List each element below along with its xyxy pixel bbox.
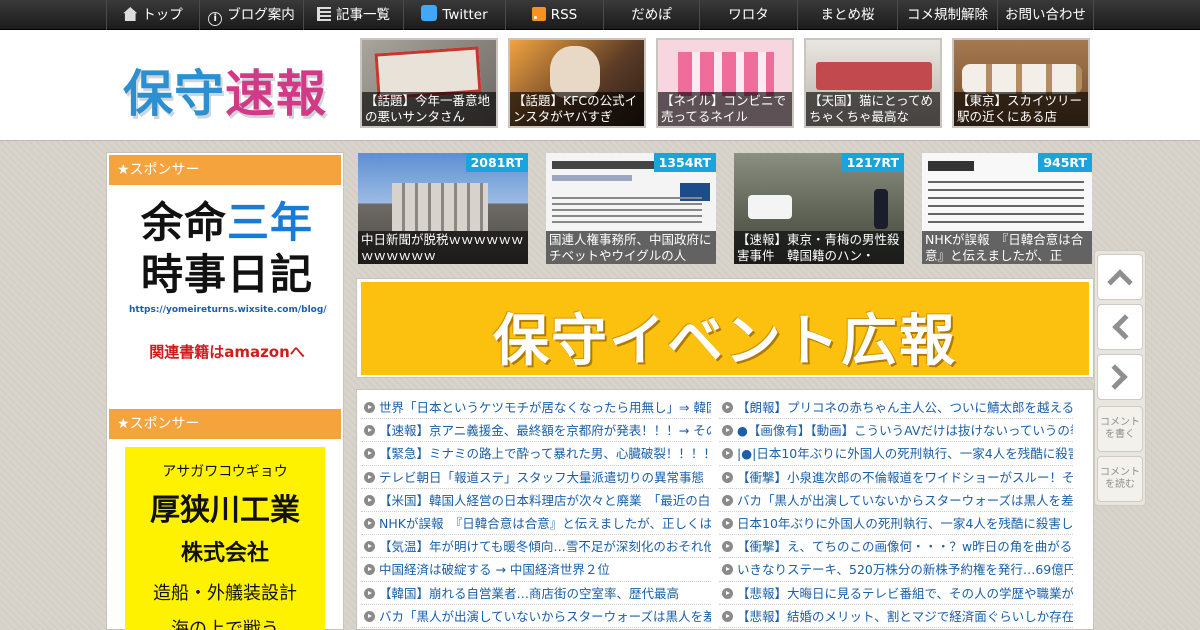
thumb-image [962, 64, 1082, 94]
nav-damepo[interactable]: だめぽ [604, 0, 700, 30]
thumb-image [748, 195, 792, 219]
next-page-button[interactable] [1097, 354, 1143, 400]
thumb-image [392, 183, 488, 231]
twitter-icon [421, 5, 438, 21]
nav-contact[interactable]: お問い合わせ [998, 0, 1094, 30]
list-item[interactable]: 【悲報】大晦日に見るテレビ番組で、その人の学歴や職業がわ [719, 582, 1073, 605]
arrow-icon [722, 448, 733, 460]
arrow-icon [722, 610, 733, 622]
thumb-image [550, 46, 600, 98]
list-item[interactable]: バカ「黒人が出演していないからスターウォーズは黒人を差別 [361, 605, 711, 628]
featured-article-2[interactable]: 【話題】KFCの公式インスタがヤバすぎ [508, 38, 646, 128]
list-item[interactable]: 世界「日本というケツモチが居なくなったら用無し」⇒ 韓国政 [361, 396, 711, 420]
news-list: 世界「日本というケツモチが居なくなったら用無し」⇒ 韓国政 【速報】京アニ義援金… [356, 389, 1094, 630]
nav-warota[interactable]: ワロタ [700, 0, 798, 30]
arrow-icon [722, 564, 733, 576]
chevron-left-icon [1112, 314, 1138, 340]
featured-article-3[interactable]: 【ネイル】コンビニで売ってるネイル [656, 38, 794, 128]
arrow-icon [364, 471, 375, 483]
site-header: 保守速報 保守速報 【話題】今年一番意地の悪いサンタさん 【話題】KFCの公式イ… [0, 30, 1200, 141]
arrow-icon [364, 541, 375, 553]
rt-count-badge: 1217RT [841, 153, 904, 172]
arrow-icon [722, 425, 733, 437]
arrow-icon [364, 564, 375, 576]
sponsor-ad-asagawa[interactable]: アサガワコウギョウ 厚狭川工業 株式会社 造船・外艤装設計 海の上で戦う [125, 447, 325, 630]
rt-count-badge: 945RT [1038, 153, 1092, 172]
list-item[interactable]: 中国経済は破綻する → 中国経済世界２位 [361, 558, 711, 582]
list-item[interactable]: 【韓国】崩れる自営業者…商店街の空室率、歴代最高 [361, 582, 711, 605]
arrow-icon [364, 517, 375, 529]
sidebar: ★スポンサー 余命三年 時事日記 https://yomeireturns.wi… [106, 152, 344, 630]
nav-twitter[interactable]: Twitter [404, 0, 506, 30]
rss-icon [531, 7, 546, 21]
nav-comment-unblock[interactable]: コメ規制解除 [898, 0, 998, 30]
read-comment-button[interactable]: コメントを読む [1097, 456, 1143, 502]
list-item[interactable]: 【気温】年が明けても暖冬傾向…雪不足が深刻化のおそれ他 [361, 535, 711, 559]
nav-top[interactable]: トップ [106, 0, 200, 30]
banner-title: 保守イベント広報 [493, 309, 957, 374]
thumb-image [678, 52, 774, 96]
arrow-icon [364, 610, 375, 622]
arrow-icon [722, 402, 733, 413]
sponsor-ad-yomei[interactable]: 余命三年 時事日記 https://yomeireturns.wixsite.c… [129, 197, 327, 362]
list-item[interactable]: 【朗報】プリコネの赤ちゃん主人公、ついに鯖太郎を越えるｗ [719, 396, 1073, 420]
write-comment-button[interactable]: コメントを書く [1097, 406, 1143, 452]
arrow-icon [364, 494, 375, 506]
rt-card[interactable]: 1217RT 【速報】東京・青梅の男性殺害事件 韓国籍のハン・ [734, 153, 904, 264]
arrow-icon [364, 587, 375, 599]
list-item[interactable]: 【衝撃】え、てちのこの画像何・・・？w昨日の角を曲がるの衣 [719, 535, 1073, 559]
sponsor-heading: ★スポンサー [109, 155, 341, 185]
nav-rss[interactable]: RSS [506, 0, 604, 30]
nav-article-list[interactable]: 記事一覧 [304, 0, 404, 30]
list-item[interactable]: 【米国】韓国人経営の日本料理店が次々と廃業 「最近の白人 [361, 489, 711, 512]
info-icon: i [208, 12, 223, 26]
site-logo[interactable]: 保守速報 [123, 54, 327, 126]
amazon-link[interactable]: 関連書籍はamazonへ [129, 341, 325, 362]
thumb-image [928, 161, 974, 171]
list-item[interactable]: バカ「黒人が出演していないからスターウォーズは黒人を差別 [719, 489, 1073, 512]
arrow-icon [722, 517, 733, 529]
list-item[interactable]: テレビ朝日「報道ステ」スタッフ大量派遣切りの異常事態 [361, 466, 711, 489]
home-icon [123, 7, 138, 21]
list-item[interactable]: NHKが誤報 『日韓合意は合意』と伝えましたが、正しくは「 [361, 512, 711, 536]
news-column-right: 【朗報】プリコネの赤ちゃん主人公、ついに鯖太郎を越えるｗ ●【画像有】【動画】こ… [719, 396, 1073, 628]
list-item[interactable]: |●|日本10年ぶりに外国人の死刑執行、一家4人を残酷に殺害し [719, 442, 1073, 466]
sponsor-heading: ★スポンサー [109, 409, 341, 439]
nav-blog-guide[interactable]: i ブログ案内 [200, 0, 304, 30]
list-item[interactable]: ●【画像有】【動画】こういうAVだけは抜けないっていうの挙 [719, 419, 1073, 443]
featured-article-5[interactable]: 【東京】スカイツリー駅の近くにある店 [952, 38, 1090, 128]
featured-article-1[interactable]: 【話題】今年一番意地の悪いサンタさん [360, 38, 498, 128]
list-item[interactable]: 【速報】京アニ義援金、最終額を京都府が発表！！！→ その金 [361, 419, 711, 443]
arrow-icon [722, 541, 733, 553]
news-column-left: 世界「日本というケツモチが居なくなったら用無し」⇒ 韓国政 【速報】京アニ義援金… [361, 396, 711, 628]
arrow-icon [364, 448, 375, 460]
previous-page-button[interactable] [1097, 304, 1143, 350]
rt-card[interactable]: 2081RT 中日新聞が脱税ｗｗｗｗｗｗｗｗｗｗｗｗ [358, 153, 528, 264]
rt-count-badge: 2081RT [465, 153, 528, 172]
event-banner[interactable]: 保守イベント広報 [356, 278, 1094, 378]
scroll-top-button[interactable] [1097, 254, 1143, 300]
top-navigation: トップ i ブログ案内 記事一覧 Twitter RSS だめぽ ワロタ まとめ桜… [0, 0, 1200, 30]
arrow-icon [722, 471, 733, 483]
list-item[interactable]: 【緊急】ミナミの路上で酔って暴れた男、心臓破裂！！！！！ [361, 442, 711, 466]
rt-card[interactable]: 945RT NHKが誤報 『日韓合意は合意』と伝えましたが、正 [922, 153, 1092, 264]
chevron-up-icon [1107, 269, 1133, 295]
rt-count-badge: 1354RT [653, 153, 716, 172]
arrow-icon [364, 425, 375, 437]
list-item[interactable]: 【悲報】結婚のメリット、割とマジで経済面ぐらいしか存在し [719, 605, 1073, 628]
list-icon [317, 7, 331, 21]
list-item[interactable]: 【衝撃】小泉進次郎の不倫報道をワイドショーがスルー！その [719, 466, 1073, 489]
list-item[interactable]: いきなりステーキ、520万株分の新株予約権を発行…69億円を調 [719, 558, 1073, 582]
nav-matome-sakura[interactable]: まとめ桜 [798, 0, 898, 30]
list-item[interactable]: 日本10年ぶりに外国人の死刑執行、一家4人を残酷に殺害した中 [719, 512, 1073, 536]
arrow-icon [722, 494, 733, 506]
featured-article-4[interactable]: 【天国】猫にとってめちゃくちゃ最高な [804, 38, 942, 128]
thumb-image [816, 62, 932, 90]
arrow-icon [364, 402, 375, 413]
rt-card[interactable]: 1354RT 国連人権事務所、中国政府にチベットやウイグルの人 [546, 153, 716, 264]
chevron-right-icon [1102, 364, 1128, 390]
arrow-icon [722, 587, 733, 599]
